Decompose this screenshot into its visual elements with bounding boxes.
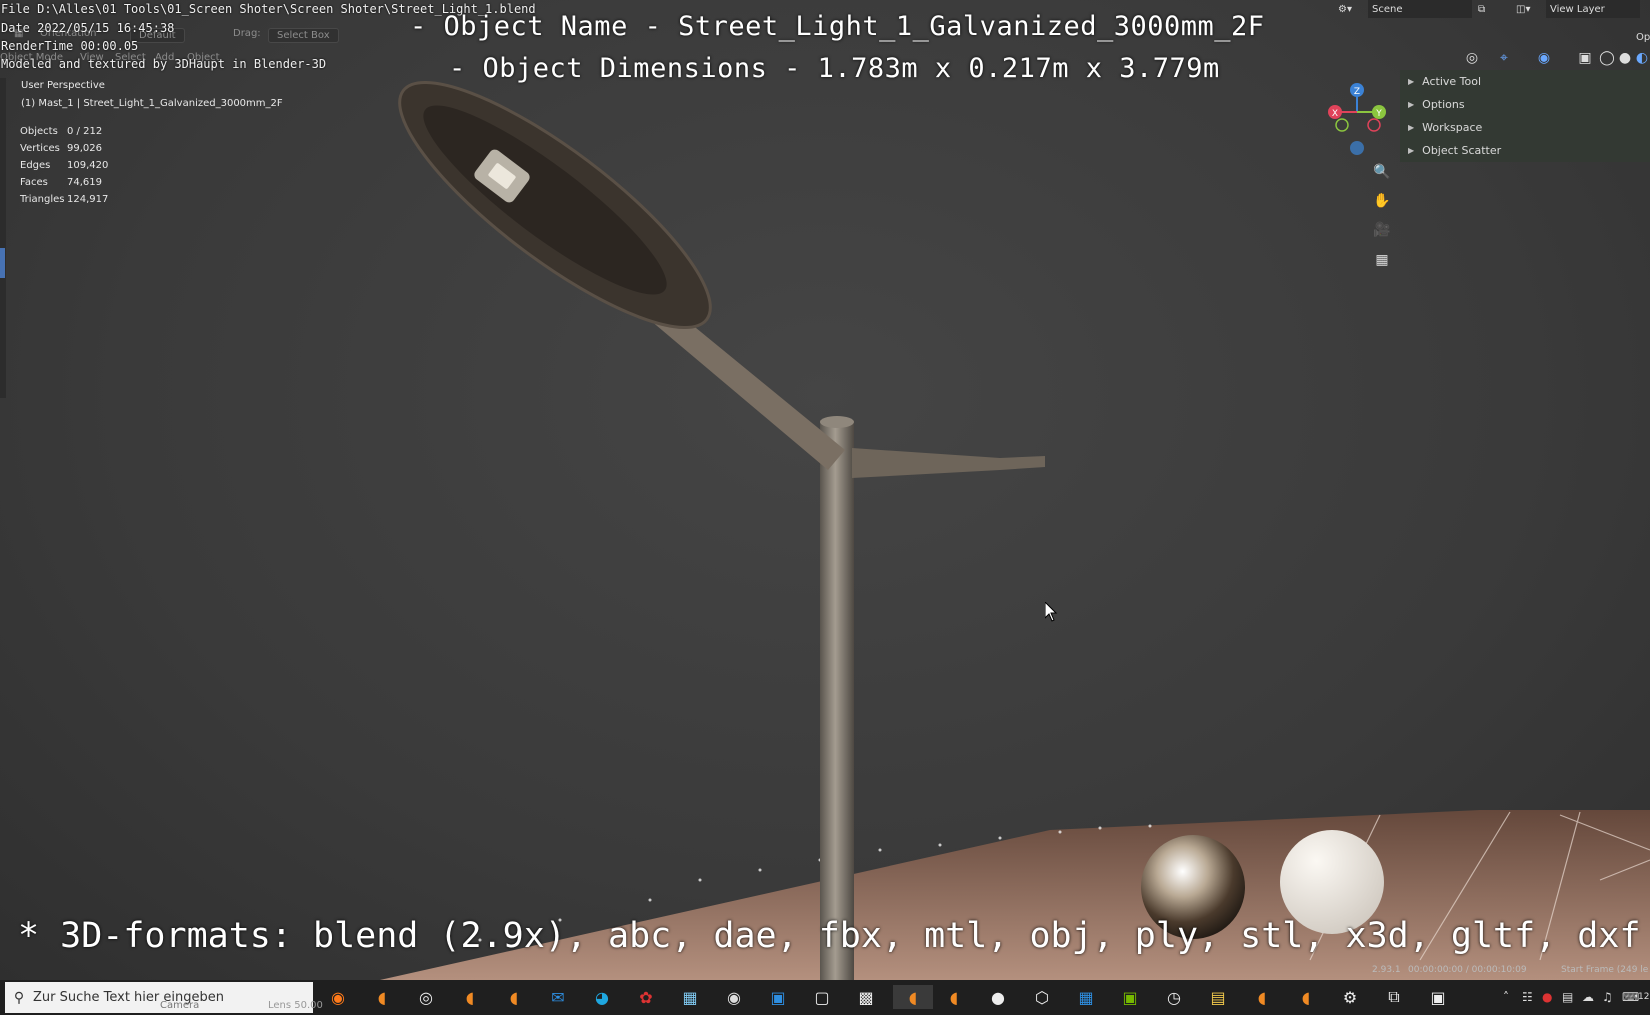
timecode-label: 00:00:00:00 / 00:00:10:09	[1408, 965, 1527, 975]
rendered-shading-icon[interactable]: ◐	[1632, 48, 1650, 68]
active-object-label: (1) Mast_1 | Street_Light_1_Galvanized_3…	[21, 98, 283, 109]
formats-line: * 3D-formats: blend (2.9x), abc, dae, fb…	[18, 916, 1641, 956]
expand-triangle-icon: ▶	[1408, 100, 1415, 109]
right-arm	[852, 448, 1045, 478]
object-name-title: - Object Name - Street_Light_1_Galvanize…	[410, 11, 1265, 42]
panda-icon[interactable]: ●	[985, 985, 1011, 1009]
pole	[820, 420, 854, 980]
perspective-label: User Perspective	[21, 80, 105, 91]
gizmo-z-label: Z	[1354, 87, 1360, 97]
perspective-toggle-icon[interactable]: ▦	[1372, 250, 1392, 270]
paint-icon[interactable]: ◉	[721, 985, 747, 1009]
version-label: 2.93.1	[1372, 965, 1401, 975]
pan-hand-icon[interactable]: ✋	[1372, 191, 1392, 211]
overlays-icon[interactable]: ◉	[1534, 48, 1554, 68]
expand-triangle-icon: ▶	[1408, 123, 1415, 132]
camera-view-icon[interactable]: 🎥	[1372, 220, 1392, 240]
blender-active-icon[interactable]: ◖	[893, 985, 933, 1009]
sidebar-panel: ▶ Active Tool ▶ Options ▶ Workspace ▶ Object…	[1400, 70, 1650, 162]
cube-icon[interactable]: ⬡	[1029, 985, 1055, 1009]
mouse-cursor-icon	[1045, 602, 1058, 622]
obs-icon[interactable]: ◎	[413, 985, 439, 1009]
file-explorer-icon[interactable]: ▤	[1205, 985, 1231, 1009]
nvidia-icon[interactable]: ▣	[1117, 985, 1143, 1009]
panel-workspace[interactable]: ▶ Workspace	[1400, 116, 1650, 139]
gizmo-x-label: X	[1332, 109, 1338, 119]
3d-viewport[interactable]: ▦ Orientation Default Drag: Select Box O…	[0, 0, 1650, 980]
scene-field[interactable]: Scene	[1368, 0, 1472, 18]
tray-volume-icon[interactable]: ♫	[1602, 990, 1613, 1004]
notes-icon[interactable]: ▦	[677, 985, 703, 1009]
xray-icon[interactable]: ▣	[1575, 48, 1595, 68]
panel-options[interactable]: ▶ Options	[1400, 93, 1650, 116]
tray-cloud-icon[interactable]: ☁	[1582, 990, 1594, 1004]
navigation-gizmo[interactable]: Z X Y	[1322, 80, 1392, 160]
window-app-icon[interactable]: ▣	[1425, 985, 1451, 1009]
wireframe-shading-icon[interactable]: ◯	[1597, 48, 1617, 68]
mail-icon[interactable]: ✉	[545, 985, 571, 1009]
tray-clock[interactable]: 12:	[1638, 992, 1650, 1002]
app-red-icon[interactable]: ✿	[633, 985, 659, 1009]
active-tool-indicator[interactable]	[0, 248, 5, 278]
calendar-icon[interactable]: ▦	[1073, 985, 1099, 1009]
object-dimensions-title: - Object Dimensions - 1.783m x 0.217m x …	[449, 53, 1220, 84]
windows-taskbar: ⚲ Zur Suche Text hier eingeben Camera Le…	[0, 980, 1650, 1015]
settings-gear-icon[interactable]: ⚙	[1337, 985, 1363, 1009]
start-frame-label: Start Frame (249 le	[1561, 965, 1649, 975]
view-layer-field[interactable]: View Layer	[1546, 0, 1640, 18]
window-app-icon[interactable]: ⧉	[1381, 985, 1407, 1009]
stat-row: Triangles 124,917	[20, 194, 109, 205]
faint-lens-label: Lens 50.00	[268, 1000, 323, 1011]
blender-icon[interactable]: ◖	[1293, 985, 1319, 1009]
visibility-icon[interactable]: ◎	[1462, 48, 1482, 68]
view-layer-icon[interactable]: ◫▾	[1516, 0, 1530, 18]
left-arm	[650, 305, 845, 470]
capture-icon[interactable]: ▩	[853, 985, 879, 1009]
tray-app-icon[interactable]: ●	[1542, 990, 1552, 1004]
terminal-icon[interactable]: ▢	[809, 985, 835, 1009]
faint-camera-label: Camera	[160, 1000, 200, 1011]
tray-keyboard-icon[interactable]: ⌨	[1622, 990, 1639, 1004]
blender-icon[interactable]: ◖	[501, 985, 527, 1009]
taskbar-search-box[interactable]: ⚲ Zur Suche Text hier eingeben	[5, 982, 313, 1013]
blender-icon[interactable]: ◖	[369, 985, 395, 1009]
expand-triangle-icon: ▶	[1408, 77, 1415, 86]
chat-icon[interactable]: ▣	[765, 985, 791, 1009]
stat-row: Edges 109,420	[20, 160, 109, 171]
expand-triangle-icon: ▶	[1408, 146, 1415, 155]
firefox-icon[interactable]: ◉	[325, 985, 351, 1009]
new-scene-icon[interactable]: ⧉	[1478, 0, 1485, 18]
stat-row: Faces 74,619	[20, 177, 102, 188]
tray-network-icon[interactable]: ☷	[1522, 990, 1533, 1004]
panel-active-tool[interactable]: ▶ Active Tool	[1400, 70, 1650, 93]
panel-object-scatter[interactable]: ▶ Object Scatter	[1400, 139, 1650, 162]
select-box-dropdown[interactable]: Select Box	[268, 28, 339, 43]
date-line: Date 2022/05/15 16:45:38	[1, 21, 175, 35]
options-button[interactable]: Op	[1636, 28, 1650, 46]
zoom-icon[interactable]: 🔍	[1372, 162, 1392, 182]
edge-browser-icon[interactable]: ◕	[589, 985, 615, 1009]
stat-row: Objects 0 / 212	[20, 126, 103, 137]
credit-line: Modeled and textured by 3DHaupt in Blend…	[1, 57, 327, 71]
gizmo-y-label: Y	[1375, 109, 1382, 119]
clock-app-icon[interactable]: ◷	[1161, 985, 1187, 1009]
render-time-line: RenderTime 00:00.05	[1, 39, 139, 53]
stat-row: Vertices 99,026	[20, 143, 102, 154]
scene-statistics: Objects 0 / 212 Vertices 99,026 Edges 109,4…	[20, 126, 108, 211]
scene-selector-icon[interactable]: ⚙▾	[1338, 0, 1352, 18]
blender-icon[interactable]: ◖	[1249, 985, 1275, 1009]
drag-label: Drag:	[233, 28, 261, 39]
tray-expand-icon[interactable]: ˄	[1503, 990, 1509, 1004]
left-toolbar[interactable]	[0, 78, 6, 398]
blender-icon[interactable]: ◖	[941, 985, 967, 1009]
tray-battery-icon[interactable]: ▤	[1562, 990, 1573, 1004]
search-icon: ⚲	[13, 989, 25, 1006]
blender-icon[interactable]: ◖	[457, 985, 483, 1009]
gizmo-toggle-icon[interactable]: ⌖	[1494, 48, 1514, 68]
